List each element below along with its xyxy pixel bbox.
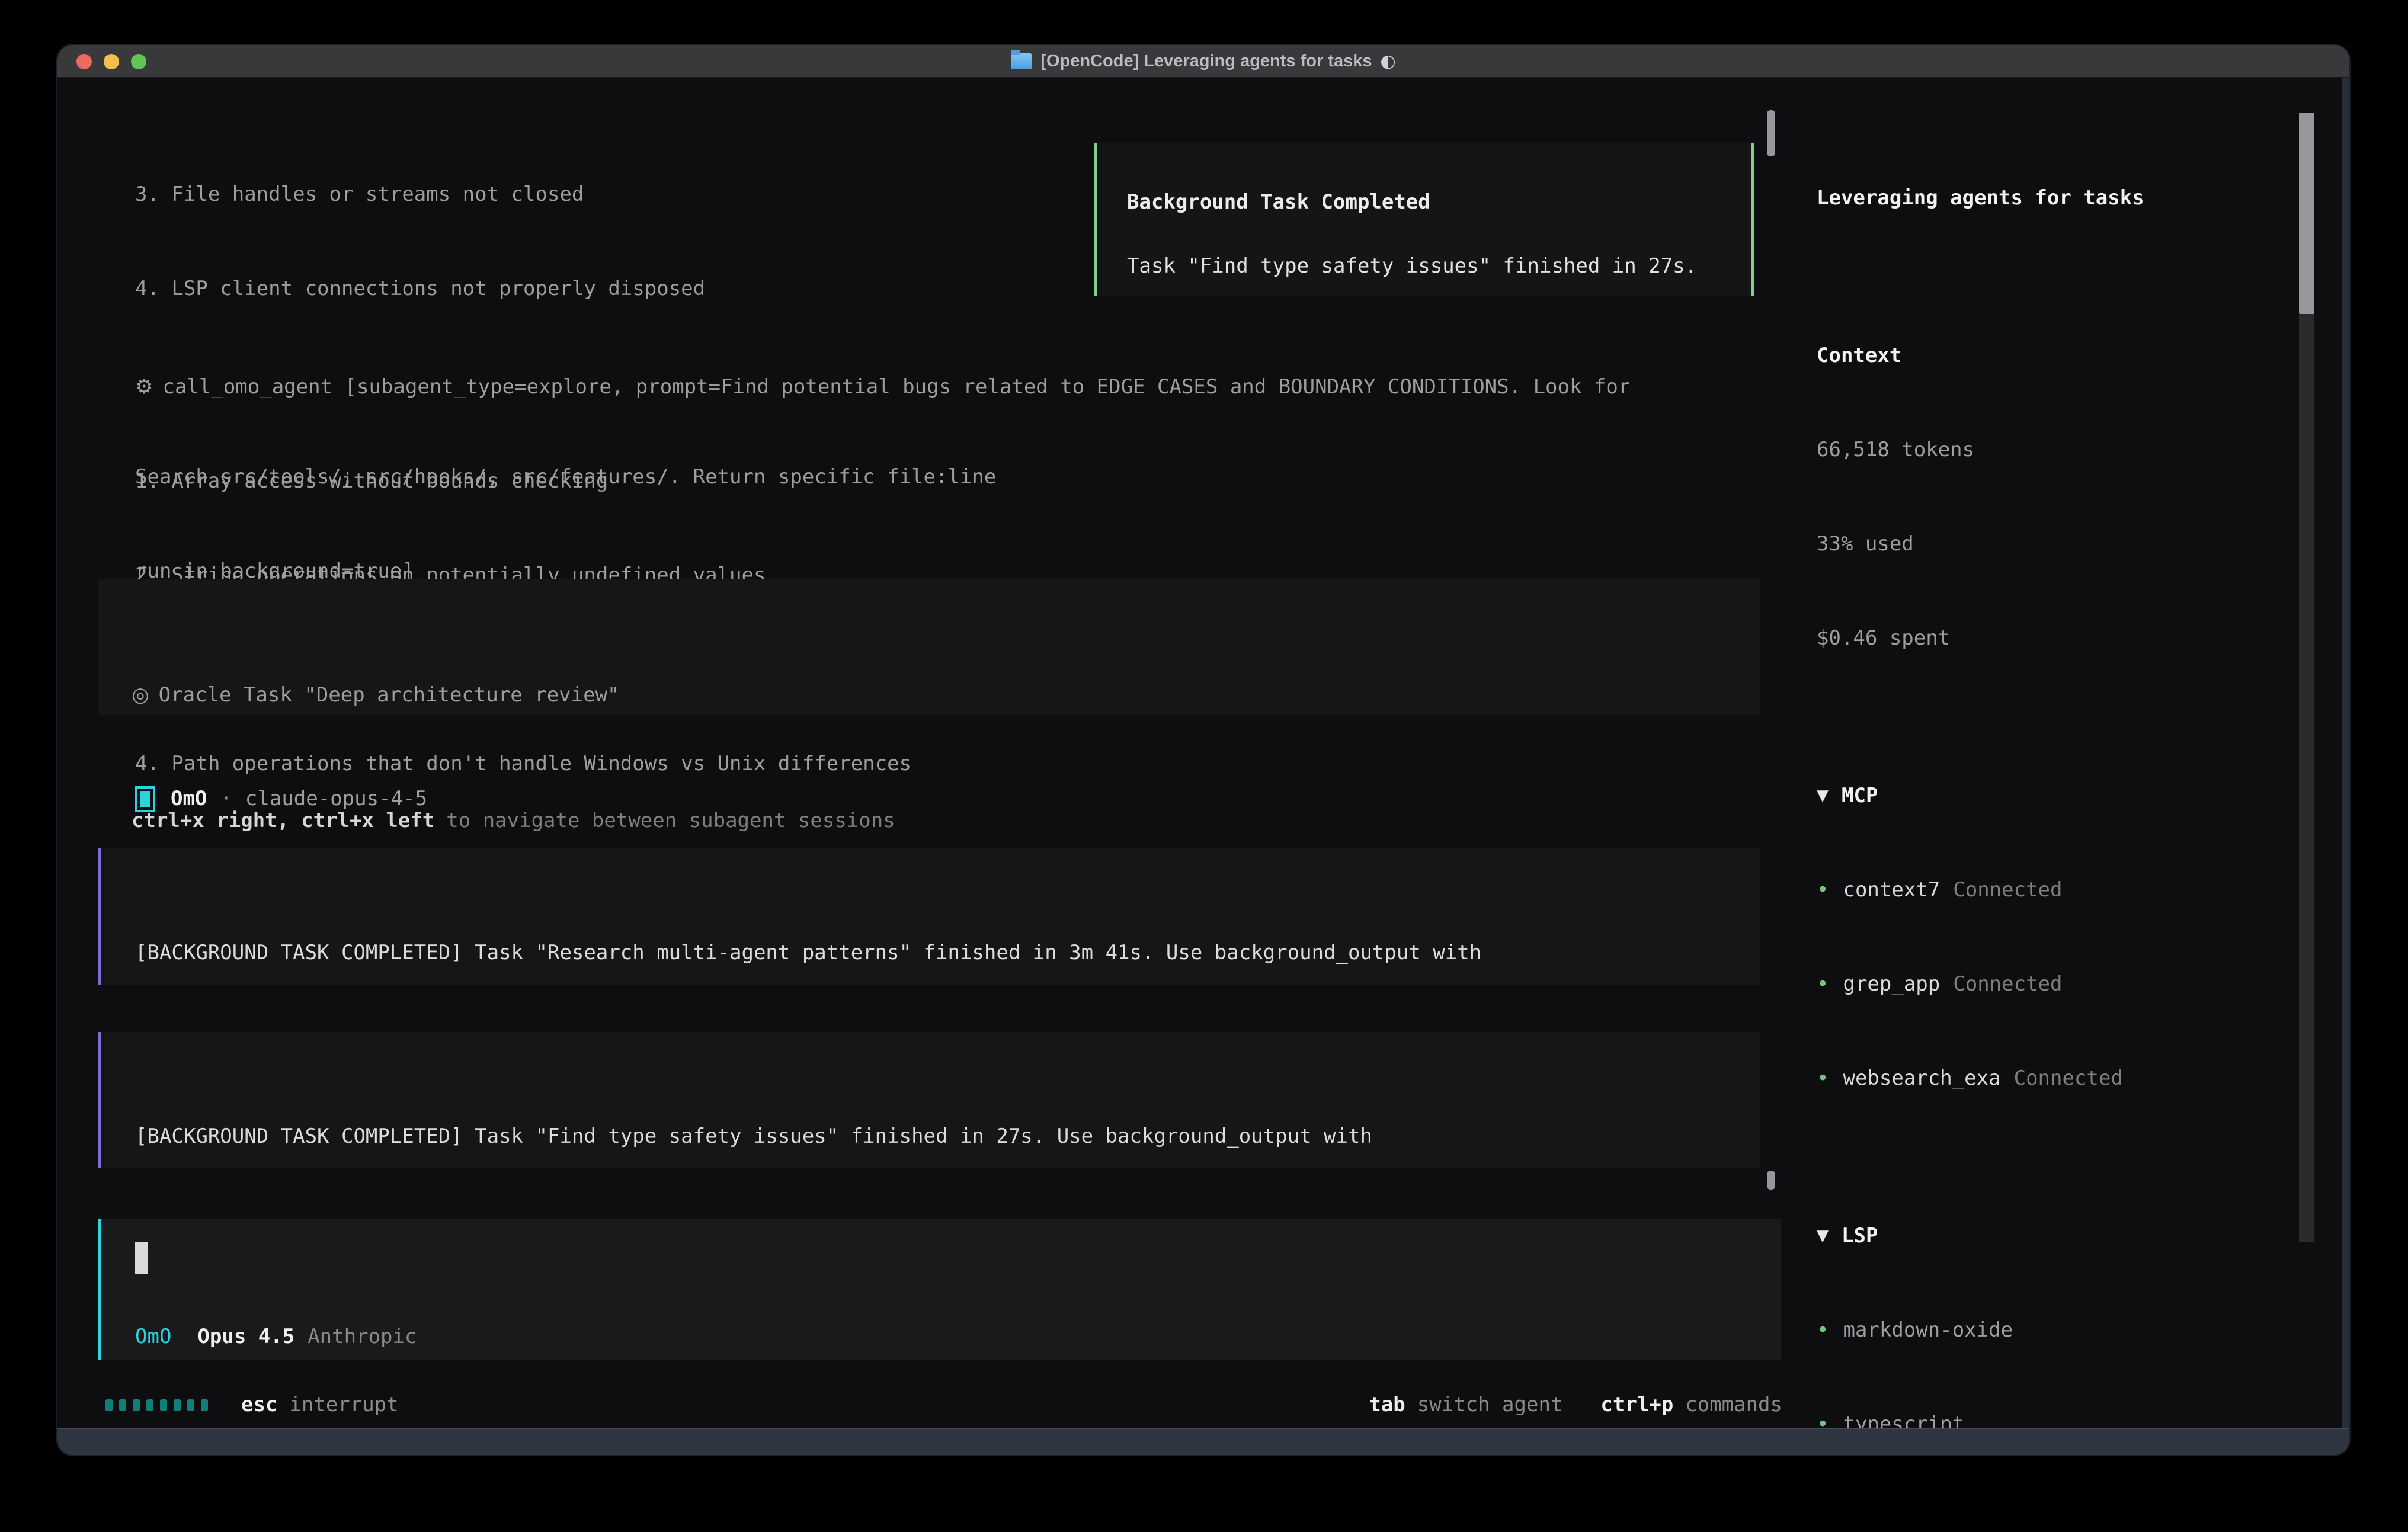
ctrlp-key-hint: ctrl+p	[1600, 1389, 1673, 1421]
esc-key-label: interrupt	[289, 1389, 398, 1421]
window-bottom-bar	[57, 1428, 2349, 1455]
lsp-heading-label: LSP	[1842, 1220, 1878, 1252]
sidebar: Leveraging agents for tasks Context 66,5…	[1817, 120, 2338, 1455]
mcp-item-status: Connected	[1953, 969, 2062, 1000]
tab-key-label: switch agent	[1417, 1389, 1563, 1421]
tool-call-line: ⚙ call_omo_agent [subagent_type=explore, …	[135, 371, 1630, 403]
mcp-item-status: Connected	[2014, 1063, 2123, 1094]
window-right-edge	[2342, 78, 2349, 1428]
tool-call-text: call_omo_agent [subagent_type=explore, p…	[162, 375, 1630, 399]
mcp-item-name: grep_app	[1843, 969, 1940, 1000]
mcp-section-header[interactable]: ▼ MCP	[1817, 780, 2338, 812]
window-title-text: [OpenCode] Leveraging agents for tasks	[1040, 52, 1372, 71]
background-task-toast[interactable]: Background Task Completed Task "Find typ…	[1094, 143, 1754, 296]
oracle-task-panel[interactable]: ◎Oracle Task "Deep architecture review" …	[98, 579, 1760, 715]
ctrlp-key-label: commands	[1685, 1389, 1782, 1421]
mcp-item-name: websearch_exa	[1843, 1063, 2000, 1094]
agent-model: claude-opus-4-5	[245, 783, 427, 815]
background-task-message: [BACKGROUND TASK COMPLETED] Task "Resear…	[98, 848, 1760, 985]
status-dot-icon: •	[1817, 969, 1829, 1000]
status-dot-icon: •	[1817, 874, 1829, 906]
mcp-item: • context7 Connected	[1817, 874, 2338, 906]
omo-agent-icon	[135, 786, 155, 812]
toast-title: Background Task Completed	[1127, 187, 1751, 218]
context-used: 33% used	[1817, 528, 2338, 560]
traffic-lights	[76, 45, 146, 78]
close-button[interactable]	[76, 54, 92, 69]
commands-hint-group: ctrl+p commands	[1600, 1389, 1782, 1421]
sidebar-scrollbar-thumb[interactable]	[2299, 113, 2314, 314]
window-title: [OpenCode] Leveraging agents for tasks ◐	[1011, 51, 1395, 72]
main-content: 3. File handles or streams not closed 4.…	[57, 78, 2349, 1428]
terminal-window: [OpenCode] Leveraging agents for tasks ◐…	[57, 45, 2349, 1455]
mcp-item: • grep_app Connected	[1817, 969, 2338, 1000]
title-bar[interactable]: [OpenCode] Leveraging agents for tasks ◐	[57, 45, 2349, 78]
session-title: Leveraging agents for tasks	[1817, 182, 2338, 214]
tool-call-line: 1. Array access without bounds checking	[135, 466, 1630, 497]
main-scrollbar-thumb[interactable]	[1767, 1171, 1775, 1190]
status-dot-icon: •	[1817, 1315, 1829, 1346]
gear-icon: ⚙	[135, 375, 153, 399]
agent-header: OmO · claude-opus-4-5	[135, 783, 427, 815]
bullseye-icon: ◎	[132, 683, 149, 707]
separator-dot: ·	[220, 783, 232, 815]
status-right: tab switch agent ctrl+p commands	[1331, 1389, 1782, 1421]
status-bar: esc interrupt tab switch agent ctrl+p co…	[105, 1389, 1782, 1421]
context-heading: Context	[1817, 340, 2338, 371]
chevron-down-icon: ▼	[1817, 1220, 1829, 1252]
output-line: 3. File handles or streams not closed	[135, 179, 996, 210]
mcp-item-name: context7	[1843, 874, 1940, 906]
status-dot-icon: •	[1817, 1063, 1829, 1094]
half-circle-icon: ◐	[1380, 51, 1395, 72]
mcp-item: • websearch_exa Connected	[1817, 1063, 2338, 1094]
input-agent-name: OmO	[135, 1321, 171, 1352]
main-scrollbar-thumb[interactable]	[1767, 110, 1775, 156]
folder-icon	[1011, 53, 1032, 69]
tab-key-hint: tab	[1369, 1389, 1405, 1421]
oracle-task-title-row: ◎ Oracle Task "Deep architecture review"	[132, 680, 1760, 711]
mcp-heading-label: MCP	[1842, 780, 1878, 812]
oracle-hint-text: to navigate between subagent sessions	[446, 809, 895, 832]
background-task-message: [BACKGROUND TASK COMPLETED] Task "Find t…	[98, 1032, 1760, 1168]
model-row: OmO Opus 4.5 Anthropic	[135, 1321, 417, 1352]
status-left: esc interrupt	[105, 1389, 399, 1421]
task-message-line: [BACKGROUND TASK COMPLETED] Task "Resear…	[135, 937, 1760, 969]
input-provider-name: Anthropic	[308, 1321, 417, 1352]
tab-hint-group: tab switch agent	[1369, 1389, 1562, 1421]
lsp-item-name: markdown-oxide	[1843, 1315, 2013, 1346]
esc-key-hint: esc	[241, 1389, 277, 1421]
activity-dots-indicator	[105, 1399, 208, 1411]
context-spent: $0.46 spent	[1817, 623, 2338, 654]
lsp-item: • markdown-oxide	[1817, 1315, 2338, 1346]
mcp-item-status: Connected	[1953, 874, 2062, 906]
agent-name: OmO	[171, 783, 207, 815]
chevron-down-icon: ▼	[1817, 780, 1829, 812]
prompt-input[interactable]: OmO Opus 4.5 Anthropic	[98, 1219, 1781, 1360]
minimize-button[interactable]	[104, 54, 119, 69]
zoom-button[interactable]	[131, 54, 146, 69]
sidebar-scrollbar-track[interactable]	[2299, 314, 2314, 1242]
text-cursor	[135, 1242, 148, 1274]
context-tokens: 66,518 tokens	[1817, 434, 2338, 466]
toast-body: Task "Find type safety issues" finished …	[1127, 251, 1751, 282]
output-line: 4. LSP client connections not properly d…	[135, 273, 996, 305]
oracle-task-title: Oracle Task "Deep architecture review"	[159, 683, 620, 707]
lsp-section-header[interactable]: ▼ LSP	[1817, 1220, 2338, 1252]
input-model-name: Opus 4.5	[197, 1321, 294, 1352]
task-message-line: [BACKGROUND TASK COMPLETED] Task "Find t…	[135, 1121, 1760, 1152]
